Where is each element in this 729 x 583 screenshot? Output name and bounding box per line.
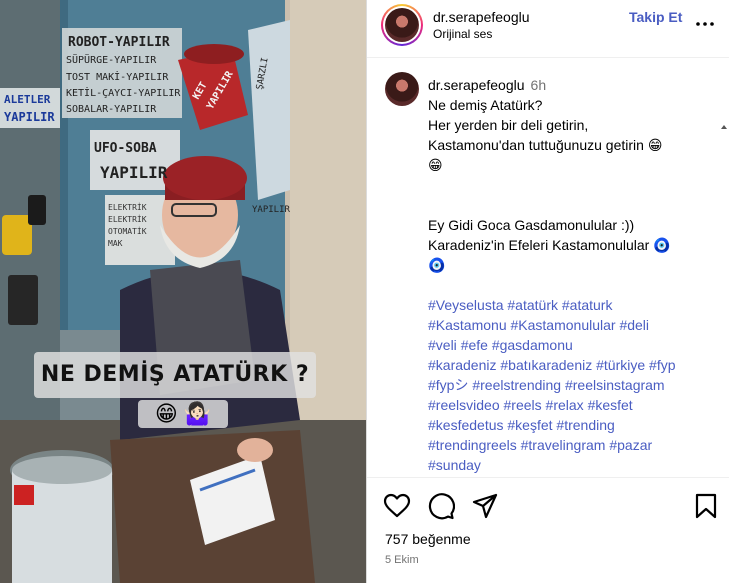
hashtag-link[interactable]: #trendingreels (428, 437, 517, 453)
hashtag-line: #sunday (428, 455, 718, 475)
hashtag-link[interactable]: #travelingram (521, 437, 606, 453)
caption-line: Ey Gidi Goca Gasdamonulular :)) (428, 217, 635, 233)
hashtag-link[interactable]: #türkiye (596, 357, 645, 373)
post-date[interactable]: 5 Ekim (385, 554, 419, 566)
hashtag-line: #Veyselusta #atatürk #ataturk (428, 295, 718, 315)
author-username[interactable]: dr.serapefeoglu (433, 9, 530, 25)
post-media[interactable]: ROBOT-YAPILIR SÜPÜRGE-YAPILIR TOST MAKİ-… (0, 0, 366, 583)
hashtag-line: #karadeniz #batıkaradeniz #türkiye #fyp (428, 355, 718, 375)
share-icon[interactable] (471, 492, 499, 520)
hashtag-link[interactable]: #Kastamonulular (511, 317, 616, 333)
hashtag-list: #Veyselusta #atatürk #ataturk #Kastamonu … (428, 295, 718, 475)
hashtag-link[interactable]: #Kastamonu (428, 317, 507, 333)
sign-otomatik: OTOMATİK (108, 226, 147, 236)
more-horizontal-icon[interactable] (695, 14, 715, 34)
caption-line: Ne demiş Atatürk? (428, 97, 543, 113)
hashtag-link[interactable]: #efe (461, 337, 488, 353)
sign-ketil: KETİL-ÇAYCI-YAPILIR (66, 86, 181, 99)
hashtag-link[interactable]: #reelsinstagram (565, 377, 665, 393)
sign-elektrik-2: ELEKTRİK (108, 214, 147, 224)
sign-mak: MAK (108, 239, 123, 248)
hashtag-link[interactable]: #pazar (609, 437, 652, 453)
caption-avatar[interactable] (385, 72, 419, 106)
shrug-emoji: 🤷🏻‍♀️ (183, 401, 212, 426)
follow-button[interactable]: Takip Et (629, 9, 682, 25)
sign-kettle: YAPILIR (252, 205, 291, 215)
caption-line: 😁 (428, 157, 443, 173)
hashtag-link[interactable]: #reels (504, 397, 542, 413)
post-side-panel: dr.serapefeoglu Orijinal ses Takip Et dr… (366, 0, 729, 583)
sign-ufo: UFO-SOBA (94, 141, 157, 156)
bookmark-icon[interactable] (692, 492, 720, 520)
hashtag-link[interactable]: #karadeniz (428, 357, 497, 373)
caption-area[interactable]: dr.serapefeoglu 6h Ne demiş Atatürk? Her … (367, 59, 729, 477)
hashtag-link[interactable]: #atatürk (507, 297, 558, 313)
sign-aletler: ALETLER (4, 93, 51, 106)
hashtag-link[interactable]: #Veyselusta (428, 297, 504, 313)
sign-tost: TOST MAKİ-YAPILIR (66, 70, 169, 83)
hashtag-link[interactable]: #fypシ (428, 377, 468, 393)
hashtag-link[interactable]: #deli (619, 317, 649, 333)
media-illustration: ROBOT-YAPILIR SÜPÜRGE-YAPILIR TOST MAKİ-… (0, 0, 366, 583)
hashtag-link[interactable]: #gasdamonu (492, 337, 573, 353)
sign-robot: ROBOT-YAPILIR (68, 35, 170, 50)
hashtag-line: #fypシ #reelstrending #reelsinstagram (428, 375, 718, 395)
hashtag-link[interactable]: #veli (428, 337, 457, 353)
hashtag-line: #trendingreels #travelingram #pazar (428, 435, 718, 455)
hashtag-link[interactable]: #reelstrending (472, 377, 561, 393)
caption-line: Her yerden bir deli getirin, (428, 117, 589, 133)
sign-supurge: SÜPÜRGE-YAPILIR (66, 53, 157, 66)
comment-icon[interactable] (427, 492, 455, 520)
hashtag-link[interactable]: #relax (546, 397, 584, 413)
caption-text: dr.serapefeoglu 6h Ne demiş Atatürk? Her … (428, 75, 718, 475)
author-avatar[interactable] (381, 4, 423, 46)
caption-scrollbar[interactable] (720, 123, 728, 477)
hashtag-link[interactable]: #ataturk (562, 297, 613, 313)
caption-time: 6h (530, 77, 547, 93)
heart-icon[interactable] (383, 492, 411, 520)
sign-yapilir-left: YAPILIR (4, 110, 55, 124)
hashtag-line: #reelsvideo #reels #relax #kesfet (428, 395, 718, 415)
sign-yapilir: YAPILIR (100, 163, 168, 182)
video-caption-overlay: NE DEMİŞ ATATÜRK ? (34, 352, 316, 398)
hashtag-link[interactable]: #kesfedetus (428, 417, 504, 433)
post-actions: 757 beğenme 5 Ekim (367, 477, 729, 583)
like-count[interactable]: 757 beğenme (385, 531, 471, 547)
grin-emoji: 😁 (154, 401, 178, 426)
hashtag-line: #kesfedetus #keşfet #trending (428, 415, 718, 435)
video-caption-emoji: 😁 🤷🏻‍♀️ (138, 400, 228, 428)
post-header: dr.serapefeoglu Orijinal ses Takip Et (367, 0, 729, 58)
caption-username[interactable]: dr.serapefeoglu (428, 77, 525, 93)
hashtag-link[interactable]: #batıkaradeniz (500, 357, 592, 373)
hashtag-link[interactable]: #trending (556, 417, 614, 433)
audio-label[interactable]: Orijinal ses (433, 27, 492, 41)
sign-elektrik: ELEKTRİK (108, 202, 147, 212)
caption-line: Kastamonu'dan tuttuğunuzu getirin 😁 (428, 137, 663, 153)
hashtag-link[interactable]: #sunday (428, 457, 481, 473)
hashtag-line: #Kastamonu #Kastamonulular #deli (428, 315, 718, 335)
hashtag-link[interactable]: #keşfet (507, 417, 552, 433)
hashtag-link[interactable]: #fyp (649, 357, 675, 373)
sign-sobalar: SOBALAR-YAPILIR (66, 104, 157, 115)
caption-line: 🧿 (428, 257, 446, 273)
hashtag-link[interactable]: #kesfet (588, 397, 633, 413)
hashtag-link[interactable]: #reelsvideo (428, 397, 500, 413)
caption-line: Karadeniz'in Efeleri Kastamonulular 🧿 (428, 237, 671, 253)
hashtag-line: #veli #efe #gasdamonu (428, 335, 718, 355)
